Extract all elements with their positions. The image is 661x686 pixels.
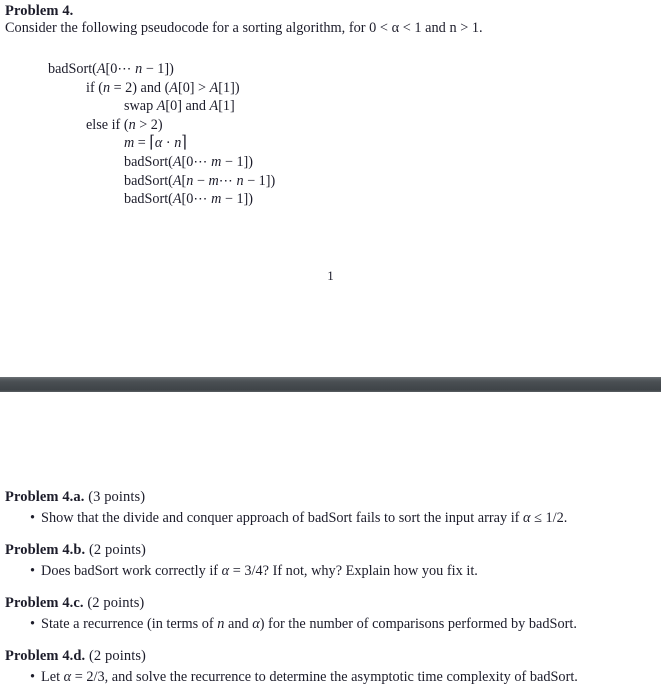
problem-part-bullet-text: Let α = 2/3, and solve the recurrence to… [41, 669, 578, 685]
problem-part-label: Problem 4.a. [5, 489, 85, 505]
bullet-icon: • [30, 616, 36, 632]
problem-part-heading: Problem 4.b. (2 points) [5, 542, 146, 559]
problem-part-heading: Problem 4.a. (3 points) [5, 489, 145, 506]
problem-part-bullet-text: Does badSort work correctly if α = 3/4? … [41, 563, 478, 579]
problem-part-points: (2 points) [83, 595, 145, 611]
problem-part-label: Problem 4.d. [5, 648, 86, 664]
pseudocode-line: badSort(A[0⋯ n − 1]) [48, 61, 174, 77]
problem-part-label: Problem 4.b. [5, 542, 86, 558]
document-page-one: Problem 4. Consider the following pseudo… [0, 0, 661, 377]
bullet-icon: • [30, 669, 36, 685]
page-title: Problem 4. [5, 3, 74, 19]
pseudocode-line: if (n = 2) and (A[0] > A[1]) [86, 79, 240, 96]
pseudocode-line: else if (n > 2) [86, 116, 163, 133]
page-separator-band [0, 377, 661, 392]
page-number: 1 [327, 268, 334, 283]
problem-part-heading: Problem 4.c. (2 points) [5, 595, 144, 612]
pseudocode-line: badSort(A[0⋯ m − 1]) [124, 154, 253, 170]
problem-part-points: (3 points) [84, 489, 146, 505]
bullet-icon: • [30, 563, 36, 579]
problem-part-heading: Problem 4.d. (2 points) [5, 648, 146, 665]
bullet-icon: • [30, 510, 36, 526]
pseudocode-line: swap A[0] and A[1] [124, 98, 235, 115]
problem-part-label: Problem 4.c. [5, 595, 84, 611]
problem-part-points: (2 points) [85, 542, 146, 558]
intro-paragraph: Consider the following pseudocode for a … [5, 20, 483, 36]
pseudocode-line: badSort(A[0⋯ m − 1]) [124, 191, 253, 208]
pseudocode-line: m = ⌈α · n⌉ [124, 133, 187, 153]
document-page-two: Problem 4.a. (3 points) • Show that the di… [0, 392, 661, 685]
problem-part-bullet-text: Show that the divide and conquer approac… [41, 510, 568, 526]
problem-part-points: (2 points) [85, 648, 146, 664]
problem-part-bullet-text: State a recurrence (in terms of n and α)… [41, 616, 577, 632]
pseudocode-line: badSort(A[n − m⋯ n − 1]) [124, 172, 276, 189]
